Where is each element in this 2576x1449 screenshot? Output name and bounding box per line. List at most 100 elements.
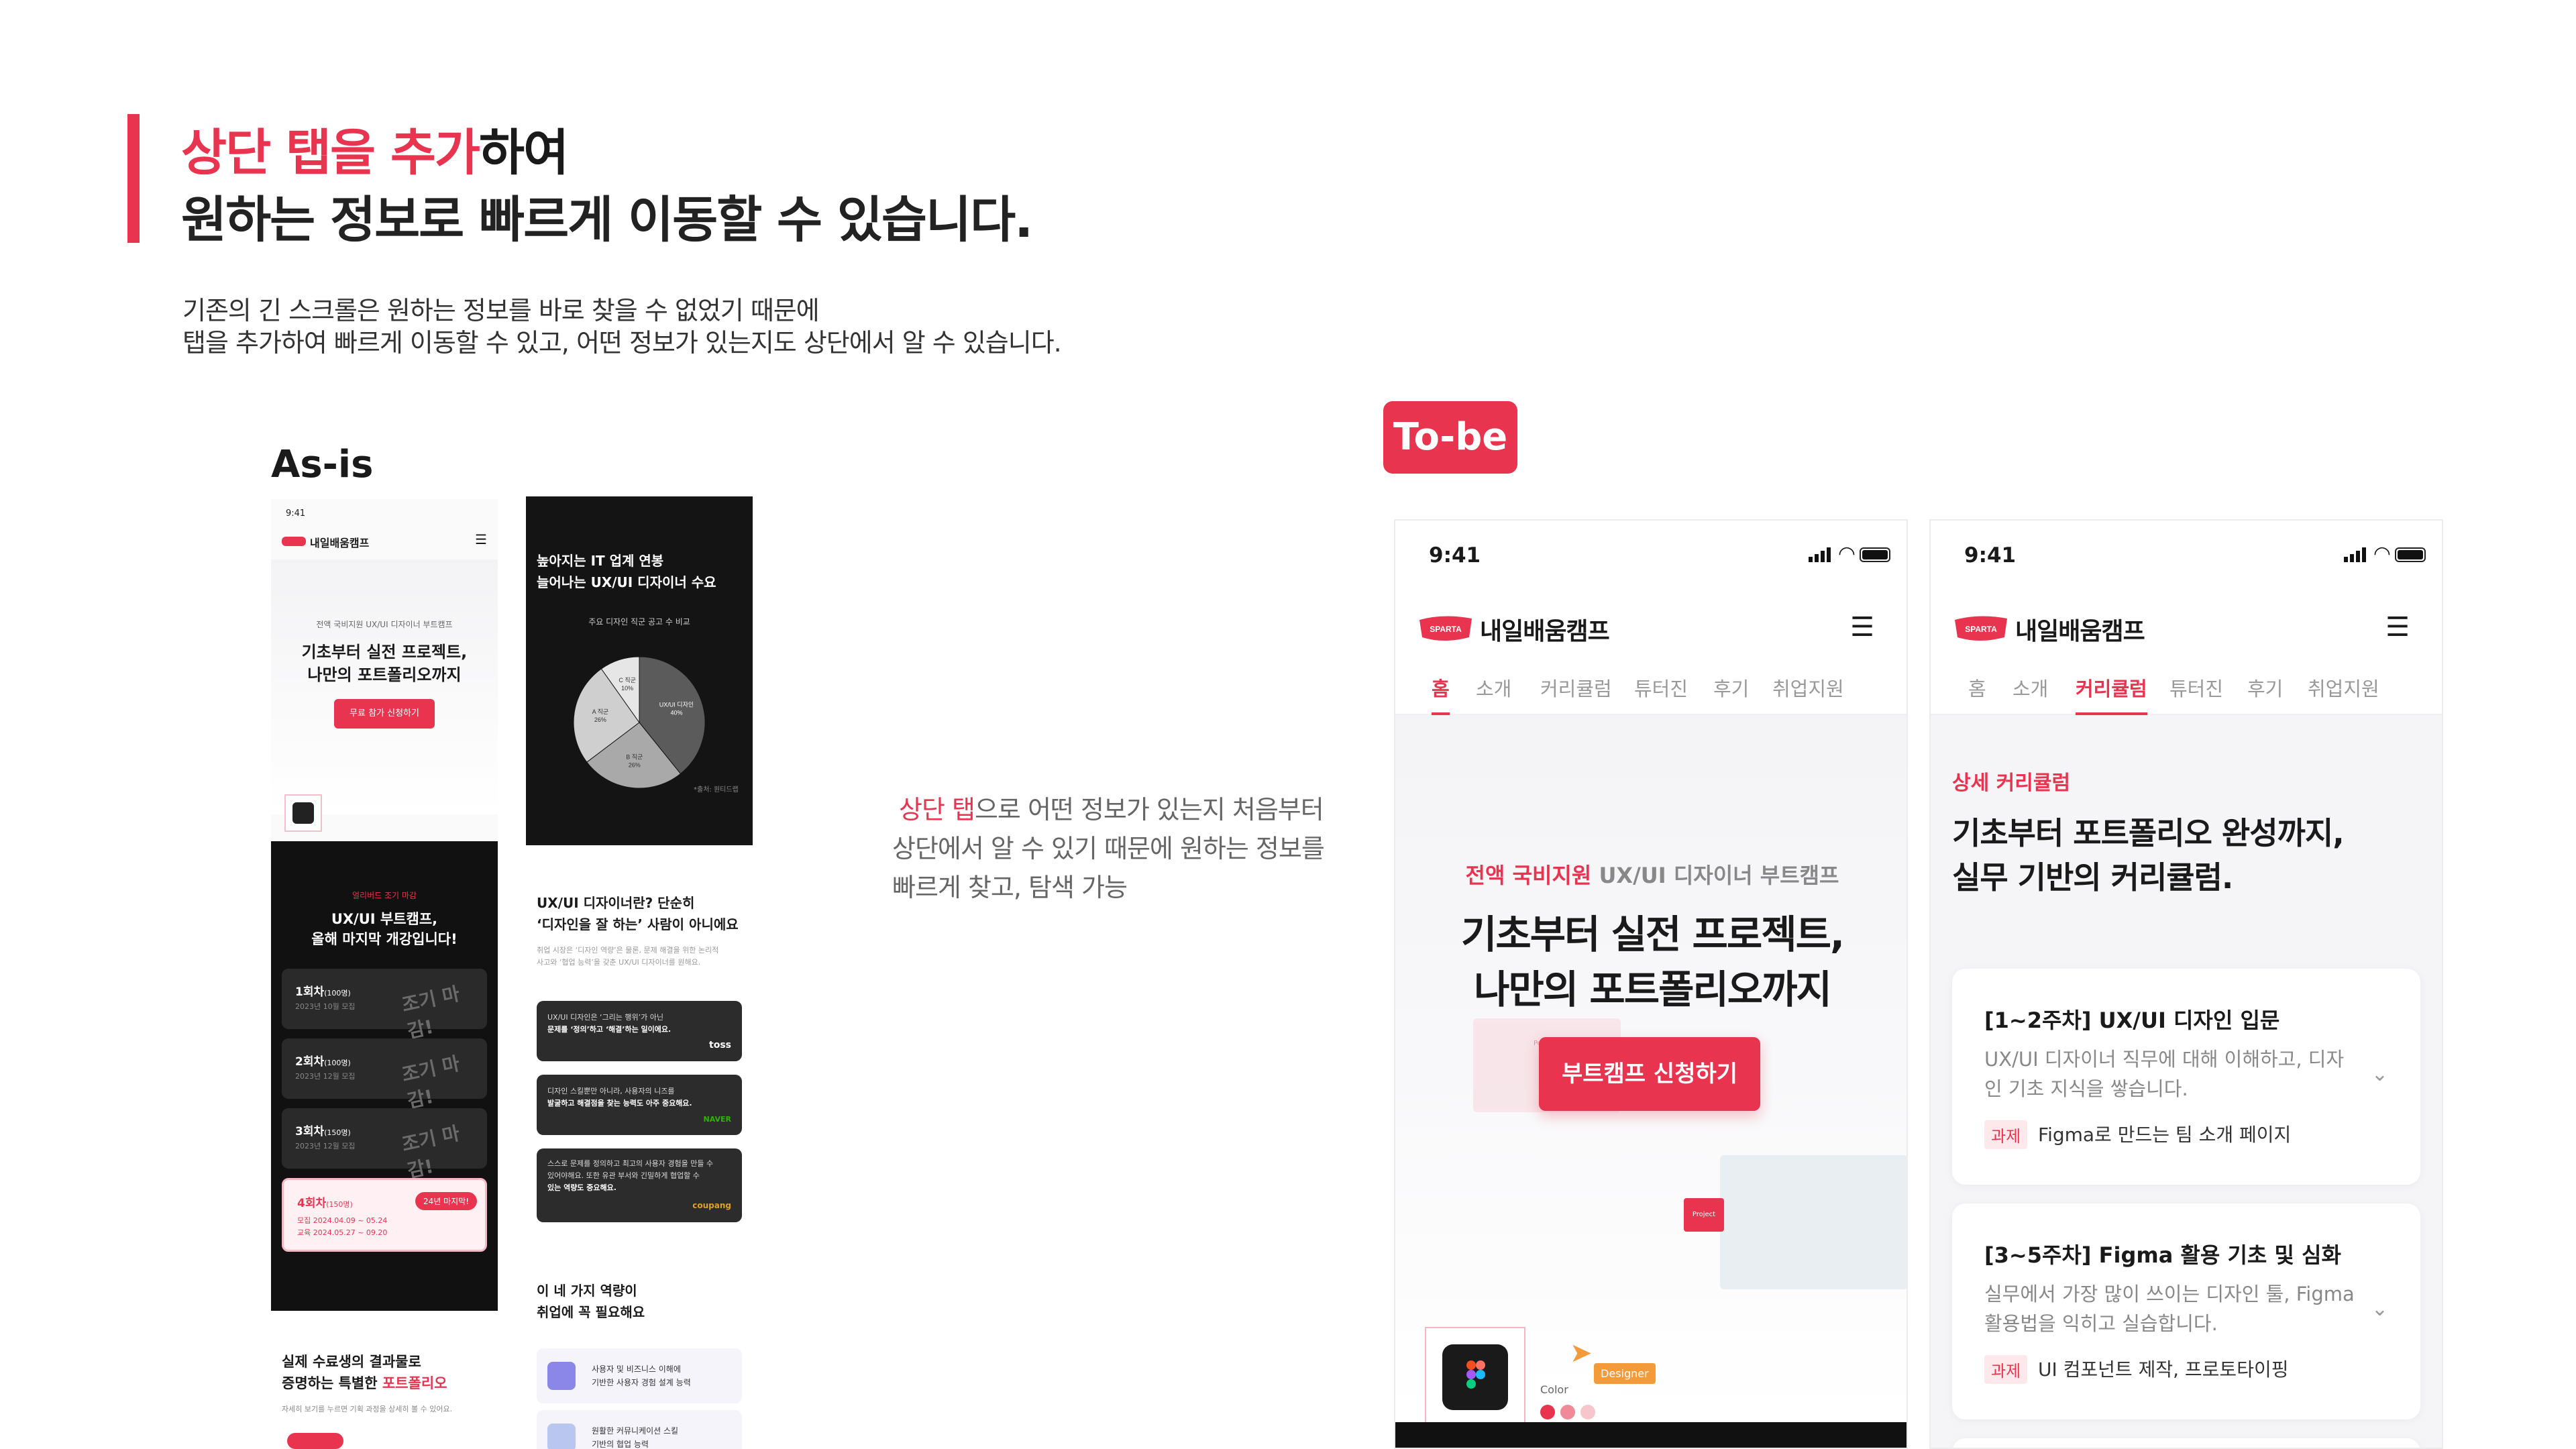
signal-icon xyxy=(2344,547,2366,562)
portfolio-pill[interactable] xyxy=(287,1433,343,1449)
pie-value-label: 26% xyxy=(594,716,606,723)
pie-value-label: 26% xyxy=(629,761,641,768)
menu-icon[interactable]: ☰ xyxy=(475,531,487,547)
figma-card xyxy=(284,794,322,832)
tobe-screen-curriculum: 9:41 ◠ SPARTA 내일배움캠프 ☰ 홈 소개 커리큘럼 튜터진 후기 … xyxy=(1929,519,2443,1449)
project-tag: Project xyxy=(1684,1198,1724,1232)
headline-accent: 상단 탭을 추가 xyxy=(181,124,480,182)
cohort-title-line1: UX/UI 부트캠프, xyxy=(331,911,438,927)
tab-curriculum[interactable]: 커리큘럼 xyxy=(2076,674,2147,715)
last-cohort-badge: 24년 마지막! xyxy=(415,1192,478,1210)
figma-card xyxy=(1425,1327,1525,1428)
curriculum-desc: 활용법을 익히고 실습합니다. xyxy=(1984,1312,2218,1335)
skills-title-line2: 취업에 꼭 필요해요 xyxy=(537,1304,645,1320)
status-time: 9:41 xyxy=(286,508,306,519)
apply-bootcamp-button[interactable]: 부트캠프 신청하기 xyxy=(1539,1037,1760,1111)
cohort-name: 4회차(150명) xyxy=(297,1197,353,1210)
role-desc-line1: 취업 시장은 ‘디자인 역량’은 물론, 문제 해결을 위한 논리적 xyxy=(537,946,719,955)
tab-intro[interactable]: 소개 xyxy=(1476,674,1511,715)
quote-line: 있어야해요. 또한 유관 부서와 긴밀하게 협업할 수 xyxy=(547,1171,700,1180)
svg-text:SPARTA: SPARTA xyxy=(1430,625,1462,634)
curriculum-title: [3~5주차] Figma 활용 기초 및 심화 xyxy=(1984,1242,2341,1268)
skill-line: 원활한 커뮤니케이션 스킬 xyxy=(592,1426,679,1436)
cohort-subtitle: 얼리버드 조기 마감 xyxy=(352,891,417,900)
skill-card: 원활한 커뮤니케이션 스킬 기반의 협업 능력 xyxy=(537,1410,742,1449)
wifi-icon: ◠ xyxy=(1837,542,1856,566)
naver-logo: NAVER xyxy=(703,1115,731,1124)
tab-home[interactable]: 홈 xyxy=(1432,674,1450,715)
tab-bar: 홈 소개 커리큘럼 튜터진 후기 취업지원 xyxy=(1931,674,2442,715)
color-label: Color xyxy=(1540,1383,1568,1396)
tab-reviews[interactable]: 후기 xyxy=(1713,674,1749,715)
section-title-line1: 기초부터 포트폴리오 완성까지, xyxy=(1952,815,2345,851)
hero-title-line2: 나만의 포트폴리오까지 xyxy=(307,665,462,684)
quote-line: UX/UI 디자인은 ‘그리는 행위’가 아닌 xyxy=(547,1013,664,1022)
tab-career[interactable]: 취업지원 xyxy=(2308,674,2379,715)
annotation-line2: 상단에서 알 수 있기 때문에 원하는 정보를 xyxy=(892,834,1325,863)
cohort-name: 3회차(150명) xyxy=(295,1125,351,1138)
tab-career[interactable]: 취업지원 xyxy=(1772,674,1844,715)
designer-tag: Designer xyxy=(1594,1363,1656,1384)
accent-bar xyxy=(127,114,140,243)
tobe-screen-home: 9:41 ◠ SPARTA 내일배움캠프 ☰ 홈 소개 커리큘럼 튜터진 후기 … xyxy=(1394,519,1908,1449)
cohort-date: 2023년 12월 모집 xyxy=(295,1142,356,1150)
tab-intro[interactable]: 소개 xyxy=(2012,674,2048,715)
hero-subtitle: 전액 국비지원 UX/UI 디자이너 부트캠프 xyxy=(1465,863,1839,888)
figma-icon xyxy=(292,802,314,824)
pie-label: C 직군 xyxy=(619,677,636,684)
portfolio-title-line1: 실제 수료생의 결과물로 xyxy=(282,1354,421,1370)
status-time: 9:41 xyxy=(1964,543,2017,568)
quote-line: 디자인 스킬뿐만 아니라, 사용자의 니즈를 xyxy=(547,1087,675,1095)
curriculum-card[interactable]: [3~5주차] Figma 활용 기초 및 심화 실무에서 가장 많이 쓰이는 … xyxy=(1952,1203,2420,1419)
quote-line: 스스로 문제를 정의하고 최고의 사용자 경험을 만들 수 xyxy=(547,1159,714,1168)
curriculum-card[interactable]: [1~2주차] UX/UI 디자인 입문 UX/UI 디자이너 직무에 대해 이… xyxy=(1952,969,2420,1185)
curriculum-card[interactable] xyxy=(1952,1438,2420,1448)
sparta-logo xyxy=(282,537,306,546)
skill-line: 기반한 사용자 경험 설계 능력 xyxy=(592,1378,691,1387)
skill-icon xyxy=(547,1362,576,1390)
cohort-date: 2023년 12월 모집 xyxy=(295,1072,356,1081)
quote-line: 있는 역량도 중요해요. xyxy=(547,1183,616,1192)
tab-tutors[interactable]: 튜터진 xyxy=(2169,674,2223,715)
tab-tutors[interactable]: 튜터진 xyxy=(1634,674,1688,715)
role-title-line1: UX/UI 디자이너란? 단순히 xyxy=(537,895,695,911)
dark-footer-strip xyxy=(1395,1422,1907,1448)
chart-source: *출처: 원티드랩 xyxy=(694,786,739,794)
skill-card: 사용자 및 비즈니스 이해에 기반한 사용자 경험 설계 능력 xyxy=(537,1348,742,1403)
cohort-title-line2: 올해 마지막 개강입니다! xyxy=(311,931,458,947)
curriculum-desc: 인 기초 지식을 쌓습니다. xyxy=(1984,1077,2188,1100)
chevron-down-icon[interactable]: ⌄ xyxy=(2371,1297,2388,1321)
tab-bar: 홈 소개 커리큘럼 튜터진 후기 취업지원 xyxy=(1395,674,1907,715)
asis-hero-bg xyxy=(271,559,498,814)
svg-text:SPARTA: SPARTA xyxy=(1965,625,1997,634)
menu-icon[interactable]: ☰ xyxy=(1850,612,1874,643)
assignment-text: UI 컴포넌트 제작, 프로토타이핑 xyxy=(2038,1358,2289,1381)
section-subtitle: 상세 커리큘럼 xyxy=(1952,771,2071,795)
asis-screen-intro: 높아지는 IT 업계 연봉 늘어나는 UX/UI 디자이너 수요 주요 디자인 … xyxy=(526,496,753,1449)
quote-line: 발굴하고 해결점을 찾는 능력도 아주 중요해요. xyxy=(547,1099,692,1108)
brand-name: 내일배움캠프 xyxy=(2015,618,2145,645)
brand-name: 내일배움캠프 xyxy=(1480,618,1610,645)
assignment-tag: 과제 xyxy=(1984,1355,2028,1384)
skills-title-line1: 이 네 가지 역량이 xyxy=(537,1283,637,1299)
portfolio-desc: 자세히 보기를 누르면 기획 과정을 상세히 볼 수 있어요. xyxy=(282,1405,453,1413)
sparta-logo: SPARTA xyxy=(1955,616,2007,641)
toss-logo: toss xyxy=(709,1040,731,1051)
tab-home[interactable]: 홈 xyxy=(1968,674,1986,715)
chevron-down-icon[interactable]: ⌄ xyxy=(2371,1063,2388,1086)
annotation-line1: 상단 탭으로 어떤 정보가 있는지 처음부터 xyxy=(899,795,1324,824)
demand-title-line2: 늘어나는 UX/UI 디자이너 수요 xyxy=(537,574,716,590)
tab-curriculum[interactable]: 커리큘럼 xyxy=(1540,674,1612,715)
hero-title-line2: 나만의 포트폴리오까지 xyxy=(1474,967,1832,1012)
free-apply-button[interactable]: 무료 참가 신청하기 xyxy=(334,699,435,729)
battery-icon xyxy=(2395,547,2426,562)
cohort-date: 2023년 10월 모집 xyxy=(295,1002,356,1011)
status-time: 9:41 xyxy=(1429,543,1481,568)
menu-icon[interactable]: ☰ xyxy=(2385,612,2410,643)
pie-label: A 직군 xyxy=(592,708,609,715)
tab-reviews[interactable]: 후기 xyxy=(2247,674,2283,715)
hero-subtitle: 전액 국비지원 UX/UI 디자이너 부트캠프 xyxy=(316,620,453,629)
battery-icon xyxy=(1860,547,1890,562)
tobe-badge: To-be xyxy=(1383,401,1517,474)
cohort-card-open[interactable]: 4회차(150명) 24년 마지막! 모집 2024.04.09 ~ 05.24… xyxy=(282,1178,487,1252)
